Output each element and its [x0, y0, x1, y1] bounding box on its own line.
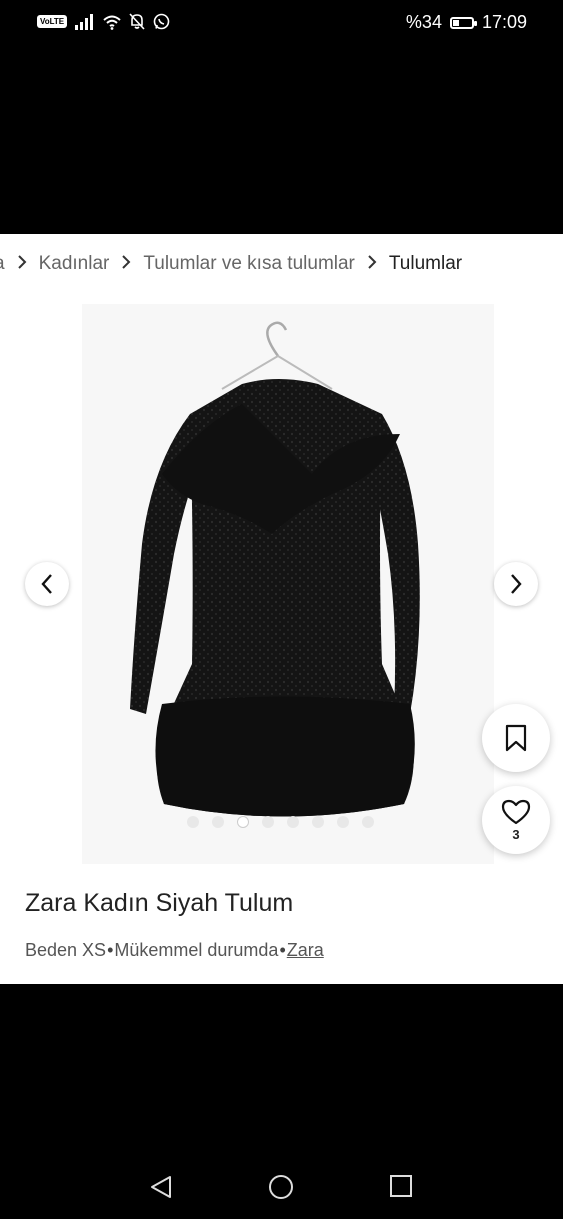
battery-fill	[452, 19, 460, 26]
clock: 17:09	[481, 12, 527, 32]
home-button[interactable]	[268, 1174, 294, 1204]
product-meta: Beden XS•Mükemmel durumda•Zara	[25, 940, 324, 961]
pagination-dot[interactable]	[312, 816, 324, 828]
wifi-icon	[103, 15, 121, 30]
product-size: Beden XS	[25, 940, 107, 960]
recents-square-icon	[390, 1175, 412, 1197]
chevron-left-icon	[41, 574, 52, 594]
product-photo[interactable]	[82, 304, 494, 864]
chevron-right-icon	[13, 253, 31, 275]
bookmark-button[interactable]	[482, 704, 550, 772]
home-circle-icon	[269, 1175, 293, 1199]
back-triangle-icon	[151, 1176, 171, 1198]
breadcrumb-item-partial[interactable]: a	[0, 253, 5, 275]
back-button[interactable]	[148, 1174, 174, 1204]
recents-button[interactable]	[389, 1174, 413, 1202]
brand-link[interactable]: Zara	[287, 940, 324, 960]
pagination-dot[interactable]	[212, 816, 224, 828]
pagination-dot[interactable]	[337, 816, 349, 828]
pagination-dot[interactable]	[362, 816, 374, 828]
chevron-right-icon	[363, 253, 381, 275]
heart-icon	[501, 799, 531, 824]
signal-icon	[75, 13, 94, 30]
system-navigation-bar	[0, 1150, 563, 1219]
status-icons-right: %34 17:09	[406, 12, 527, 33]
chevron-right-icon	[117, 253, 135, 275]
product-card: a Kadınlar Tulumlar ve kısa tulumlar Tul…	[0, 234, 563, 984]
pagination-dot[interactable]	[262, 816, 274, 828]
status-bar: VoLTE %34 17:09	[0, 0, 563, 46]
battery-percent: %34	[405, 12, 442, 32]
product-condition: Mükemmel durumda	[114, 940, 279, 960]
product-title: Zara Kadın Siyah Tulum	[25, 889, 294, 917]
breadcrumb-item-current: Tulumlar	[388, 253, 463, 274]
bookmark-icon	[505, 724, 527, 752]
breadcrumb-item-kadinlar[interactable]: Kadınlar	[39, 253, 110, 275]
next-image-button[interactable]	[494, 562, 538, 606]
battery-icon	[449, 16, 477, 29]
dress-illustration	[130, 321, 420, 817]
pagination-dot[interactable]	[287, 816, 299, 828]
breadcrumb: a Kadınlar Tulumlar ve kısa tulumlar Tul…	[0, 250, 462, 278]
mute-bell-icon	[129, 13, 145, 30]
pagination-dot[interactable]	[187, 816, 199, 828]
image-pagination-dots	[187, 816, 374, 828]
whatsapp-icon	[153, 13, 170, 30]
favorite-button[interactable]: 3	[482, 786, 550, 854]
status-icons-left: VoLTE	[37, 13, 170, 30]
breadcrumb-item-tulumlar-ve-kisa[interactable]: Tulumlar ve kısa tulumlar	[143, 253, 355, 275]
favorite-count: 3	[512, 826, 520, 842]
separator: •	[107, 940, 114, 960]
chevron-right-icon	[511, 574, 522, 594]
pagination-dot-active[interactable]	[237, 816, 249, 828]
previous-image-button[interactable]	[25, 562, 69, 606]
volte-icon: VoLTE	[37, 15, 68, 28]
separator: •	[279, 940, 286, 960]
